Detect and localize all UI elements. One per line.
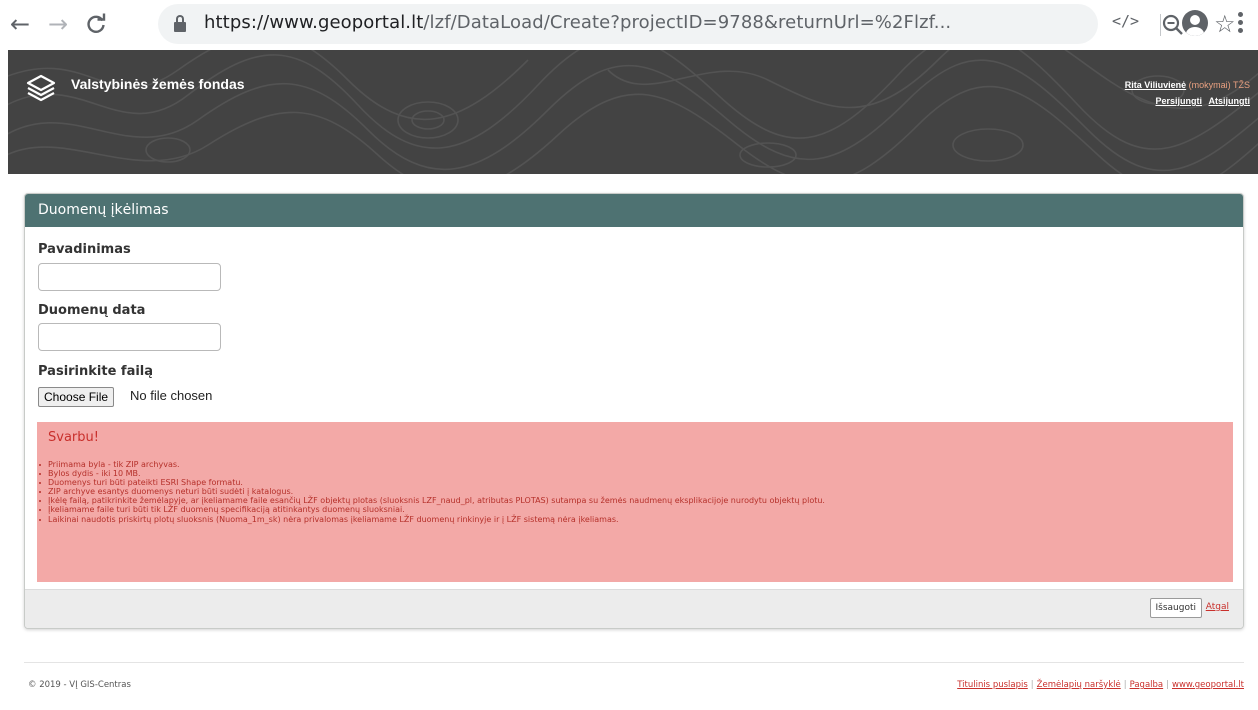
important-alert: Svarbu! Priimama byla - tik ZIP archyvas…: [37, 422, 1233, 582]
date-input[interactable]: [38, 323, 221, 351]
name-label: Pavadinimas: [38, 242, 131, 257]
site-title[interactable]: Valstybinės žemės fondas: [71, 76, 245, 92]
footer-divider: [24, 662, 1244, 663]
site-header: Valstybinės žemės fondas Rita Viliuvienė…: [8, 50, 1258, 174]
footer-link-help[interactable]: Pagalba: [1130, 680, 1164, 690]
upload-panel: Duomenų įkėlimas Pavadinimas Duomenų dat…: [24, 193, 1244, 629]
reconnect-link[interactable]: Persijungti: [1155, 96, 1202, 106]
alert-list: Priimama byla - tik ZIP archyvas. Bylos …: [37, 460, 825, 524]
browser-toolbar: ← → https://www.geoportal.lt/lzf/DataLoa…: [0, 0, 1258, 50]
forward-arrow-icon[interactable]: →: [42, 8, 74, 40]
menu-icon[interactable]: [1238, 12, 1244, 36]
save-button[interactable]: Išsaugoti: [1149, 598, 1202, 618]
url-text[interactable]: https://www.geoportal.lt/lzf/DataLoad/Cr…: [204, 12, 951, 33]
file-label: Pasirinkite failą: [38, 364, 154, 379]
topographic-pattern: [8, 50, 1258, 174]
user-links: Persijungti Atsijungti: [1151, 96, 1250, 106]
footer-links: Titulinis puslapis | Žemėlapių naršyklė | Pa…: [957, 680, 1244, 690]
alert-title: Svarbu!: [48, 430, 99, 445]
alert-item: Laikinai naudotis priskirtų plotų sluoks…: [37, 515, 825, 524]
footer-link-home[interactable]: Titulinis puslapis: [957, 680, 1028, 690]
lock-icon: [174, 15, 186, 33]
date-label: Duomenų data: [38, 303, 146, 318]
alert-item: Priimama byla - tik ZIP archyvas.: [37, 460, 825, 469]
choose-file-button[interactable]: Choose File: [38, 387, 115, 407]
footer-link-geoportal[interactable]: www.geoportal.lt: [1172, 680, 1244, 690]
account-icon[interactable]: [1182, 10, 1208, 36]
user-name-link[interactable]: Rita Viliuvienė: [1125, 80, 1186, 90]
address-bar[interactable]: https://www.geoportal.lt/lzf/DataLoad/Cr…: [158, 4, 1236, 44]
layers-logo-icon[interactable]: [26, 74, 56, 102]
logout-link[interactable]: Atsijungti: [1209, 96, 1251, 106]
user-role: (mokymai) TŽS: [1188, 80, 1250, 90]
star-icon[interactable]: ☆: [1214, 10, 1236, 38]
alert-item: Duomenys turi būti pateikti ESRI Shape f…: [37, 478, 825, 487]
alert-item: Bylos dydis - iki 10 MB.: [37, 469, 825, 478]
copyright-text: © 2019 - VĮ GIS-Centras: [28, 680, 131, 690]
code-icon[interactable]: </>: [1112, 12, 1139, 30]
user-info: Rita Viliuvienė (mokymai) TŽS: [1125, 80, 1250, 90]
name-input[interactable]: [38, 263, 221, 291]
footer-link-map-browser[interactable]: Žemėlapių naršyklė: [1037, 680, 1121, 690]
panel-title: Duomenų įkėlimas: [25, 194, 1243, 227]
toolbar-divider: [1160, 14, 1161, 36]
reload-icon[interactable]: [80, 8, 112, 40]
no-file-text: No file chosen: [130, 388, 213, 403]
alert-item: ZIP archyve esantys duomenys neturi būti…: [37, 487, 825, 496]
back-link[interactable]: Atgal: [1206, 602, 1229, 612]
panel-footer: Išsaugoti Atgal: [25, 589, 1243, 628]
back-arrow-icon[interactable]: ←: [4, 8, 36, 40]
alert-item: Įkeliamame faile turi būti tik LŽF duome…: [37, 505, 825, 514]
